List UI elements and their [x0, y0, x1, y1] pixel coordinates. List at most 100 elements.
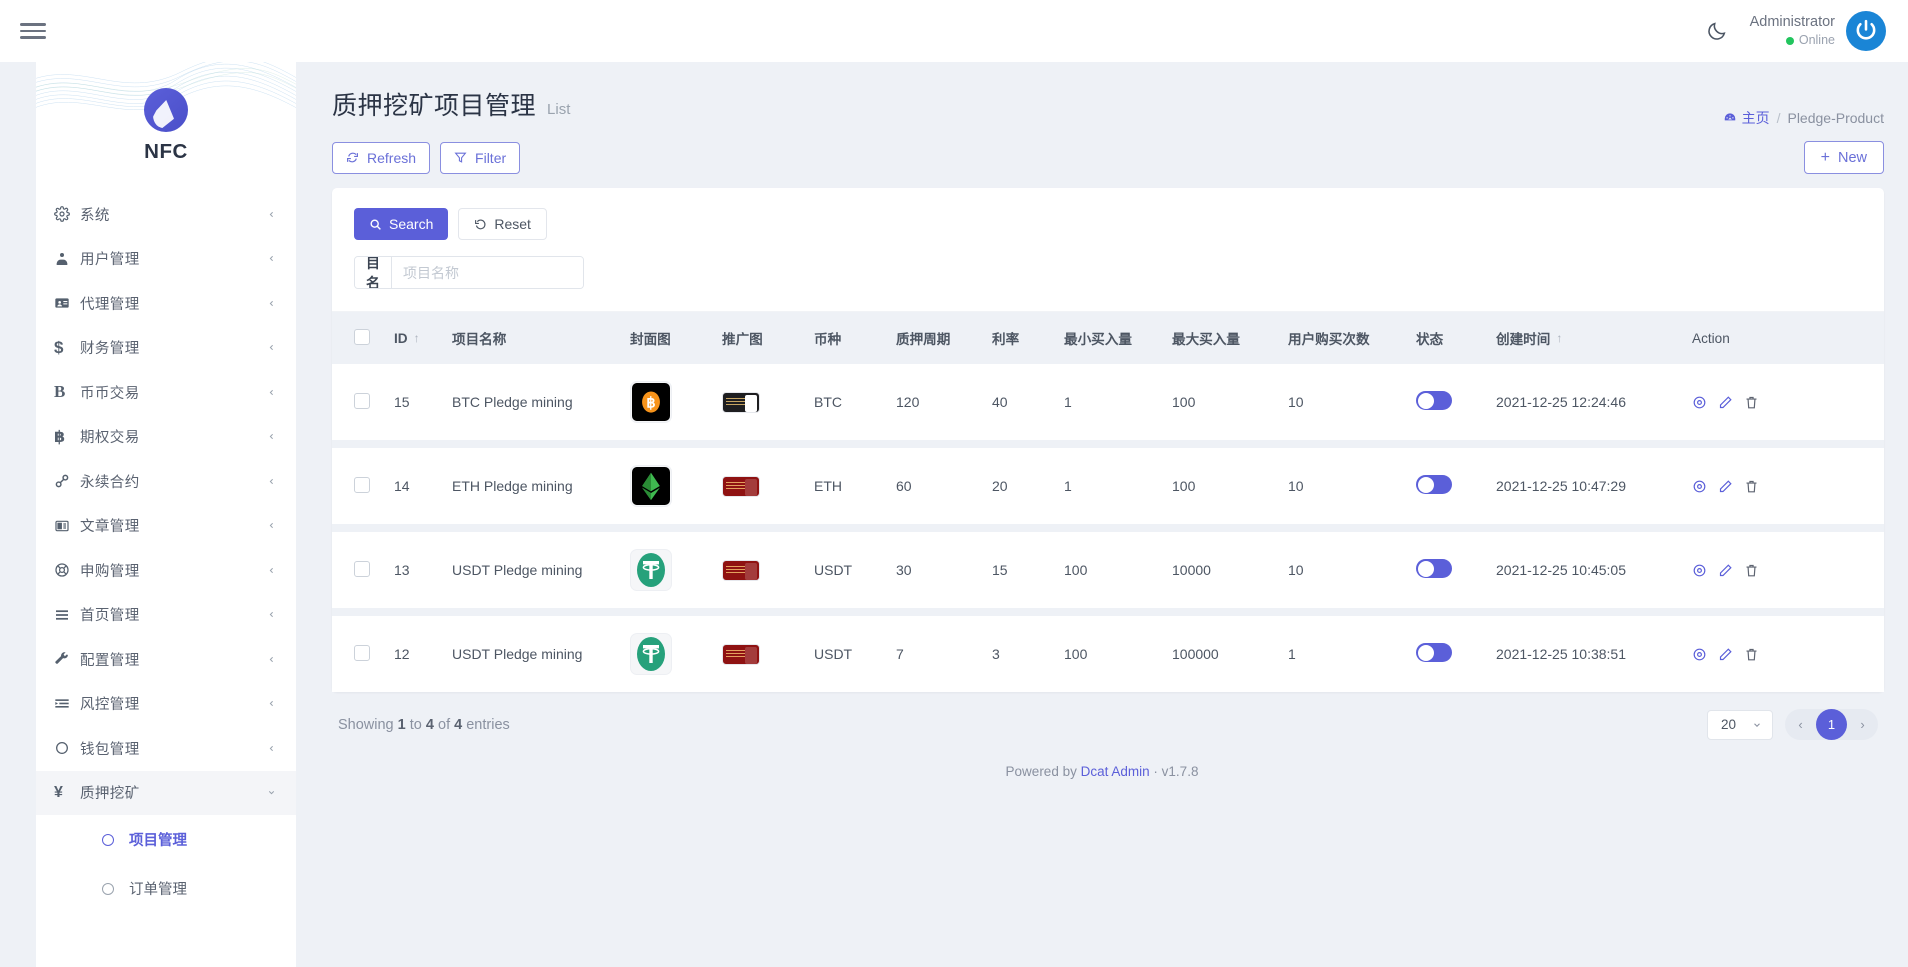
new-label: New [1838, 150, 1867, 166]
search-icon [369, 218, 382, 231]
sidebar-item-system[interactable]: 系统 [36, 192, 296, 237]
sidebar-item-user-management[interactable]: 用户管理 [36, 237, 296, 282]
row-checkbox[interactable] [354, 645, 370, 661]
cell-created: 2021-12-25 10:47:29 [1496, 448, 1692, 524]
promo-figure [745, 647, 757, 664]
status-toggle[interactable] [1416, 391, 1452, 410]
per-page-select[interactable]: 20 [1707, 710, 1773, 740]
filter-button[interactable]: Filter [440, 142, 520, 174]
dcat-admin-link[interactable]: Dcat Admin [1081, 764, 1150, 779]
sidebar-item-label: 代理管理 [80, 293, 267, 314]
sidebar-subitem-project-management[interactable]: 项目管理 [36, 815, 296, 864]
status-toggle[interactable] [1416, 475, 1452, 494]
search-button[interactable]: Search [354, 208, 448, 240]
cell-id: 13 [394, 532, 452, 608]
promo-thumbnail[interactable] [722, 560, 760, 581]
project-name-input[interactable] [392, 257, 584, 288]
showing-prefix: Showing [338, 717, 394, 733]
sidebar-item-wallet-management[interactable]: 钱包管理 [36, 726, 296, 771]
sidebar-item-article-management[interactable]: 文章管理 [36, 504, 296, 549]
cell-promo [722, 448, 814, 524]
page-1-button[interactable]: 1 [1816, 709, 1847, 740]
reset-icon [474, 218, 487, 231]
row-checkbox[interactable] [354, 477, 370, 493]
cell-created: 2021-12-25 10:45:05 [1496, 532, 1692, 608]
promo-thumbnail[interactable] [722, 392, 760, 413]
chevron-left-icon [267, 432, 277, 441]
filter-icon [454, 151, 467, 164]
cover-thumbnail[interactable]: ฿ [630, 381, 672, 423]
row-spacer [332, 524, 1884, 532]
sidebar-item-home-management[interactable]: 首页管理 [36, 593, 296, 638]
reset-button[interactable]: Reset [458, 208, 547, 240]
chevron-left-icon [267, 610, 277, 619]
hamburger-menu-icon[interactable] [20, 20, 46, 42]
cell-rate: 3 [992, 616, 1064, 692]
page-title-row: 质押挖矿项目管理 List [332, 86, 570, 122]
circle-icon [54, 740, 80, 756]
status-toggle[interactable] [1416, 643, 1452, 662]
delete-icon[interactable] [1744, 563, 1759, 578]
breadcrumb-home[interactable]: 主页 [1723, 108, 1770, 128]
page-prev-button[interactable]: ‹ [1785, 709, 1816, 740]
sidebar-item-subscription-management[interactable]: 申购管理 [36, 548, 296, 593]
sidebar-item-option-trading[interactable]: ฿ 期权交易 [36, 415, 296, 460]
new-button[interactable]: + New [1804, 141, 1884, 174]
row-checkbox[interactable] [354, 393, 370, 409]
cover-thumbnail[interactable] [630, 465, 672, 507]
cover-thumbnail[interactable] [630, 633, 672, 675]
status-toggle[interactable] [1416, 559, 1452, 578]
delete-icon[interactable] [1744, 479, 1759, 494]
row-checkbox[interactable] [354, 561, 370, 577]
avatar[interactable] [1846, 11, 1886, 51]
cover-thumbnail[interactable] [630, 549, 672, 591]
dark-mode-toggle-icon[interactable] [1706, 20, 1728, 42]
tether-logo-icon [632, 635, 670, 673]
select-all-checkbox[interactable] [354, 329, 370, 345]
sidebar-menu: 系统 用户管理 代理管理 $ 财务管理 B 币币交易 [36, 190, 296, 913]
sidebar-subitem-order-management[interactable]: 订单管理 [36, 864, 296, 913]
promo-thumbnail[interactable] [722, 644, 760, 665]
view-icon[interactable] [1692, 479, 1707, 494]
sidebar-item-coin-trading[interactable]: B 币币交易 [36, 370, 296, 415]
refresh-button[interactable]: Refresh [332, 142, 430, 174]
sidebar-item-label: 币币交易 [80, 382, 267, 403]
sidebar-item-risk-management[interactable]: 风控管理 [36, 682, 296, 727]
page-subtitle: List [547, 101, 570, 118]
sidebar-item-perpetual-contract[interactable]: 永续合约 [36, 459, 296, 504]
delete-icon[interactable] [1744, 395, 1759, 410]
promo-thumbnail[interactable] [722, 476, 760, 497]
chevron-left-icon [267, 254, 277, 263]
edit-icon[interactable] [1718, 479, 1733, 494]
table-header-id[interactable]: ID↑ [394, 312, 452, 364]
view-icon[interactable] [1692, 563, 1707, 578]
showing-from: 1 [398, 717, 406, 733]
sidebar-item-config-management[interactable]: 配置管理 [36, 637, 296, 682]
page-next-button[interactable]: › [1847, 709, 1878, 740]
sidebar-item-pledge-mining[interactable]: ¥ 质押挖矿 [36, 771, 296, 816]
sidebar-item-finance-management[interactable]: $ 财务管理 [36, 326, 296, 371]
cell-max-buy: 100 [1172, 448, 1288, 524]
cell-name: USDT Pledge mining [452, 616, 630, 692]
sidebar-item-agent-management[interactable]: 代理管理 [36, 281, 296, 326]
breadcrumb-home-label: 主页 [1742, 108, 1770, 128]
cell-cover: ฿ [630, 364, 722, 440]
th-label: 创建时间 [1496, 328, 1550, 348]
view-icon[interactable] [1692, 647, 1707, 662]
edit-icon[interactable] [1718, 563, 1733, 578]
delete-icon[interactable] [1744, 647, 1759, 662]
cell-period: 30 [896, 532, 992, 608]
edit-icon[interactable] [1718, 395, 1733, 410]
breadcrumb-current[interactable]: Pledge-Product [1787, 110, 1884, 126]
link-icon [54, 473, 80, 489]
edit-icon[interactable] [1718, 647, 1733, 662]
table-header-cover: 封面图 [630, 312, 722, 364]
table-footer: Showing 1 to 4 of 4 entries 20 ‹ 1 › [332, 709, 1884, 740]
cell-name: USDT Pledge mining [452, 532, 630, 608]
view-icon[interactable] [1692, 395, 1707, 410]
cell-rate: 40 [992, 364, 1064, 440]
cell-id: 12 [394, 616, 452, 692]
user-menu[interactable]: Administrator Online [1750, 11, 1886, 51]
yen-icon: ¥ [54, 784, 80, 802]
table-header-created[interactable]: 创建时间↑ [1496, 312, 1692, 364]
